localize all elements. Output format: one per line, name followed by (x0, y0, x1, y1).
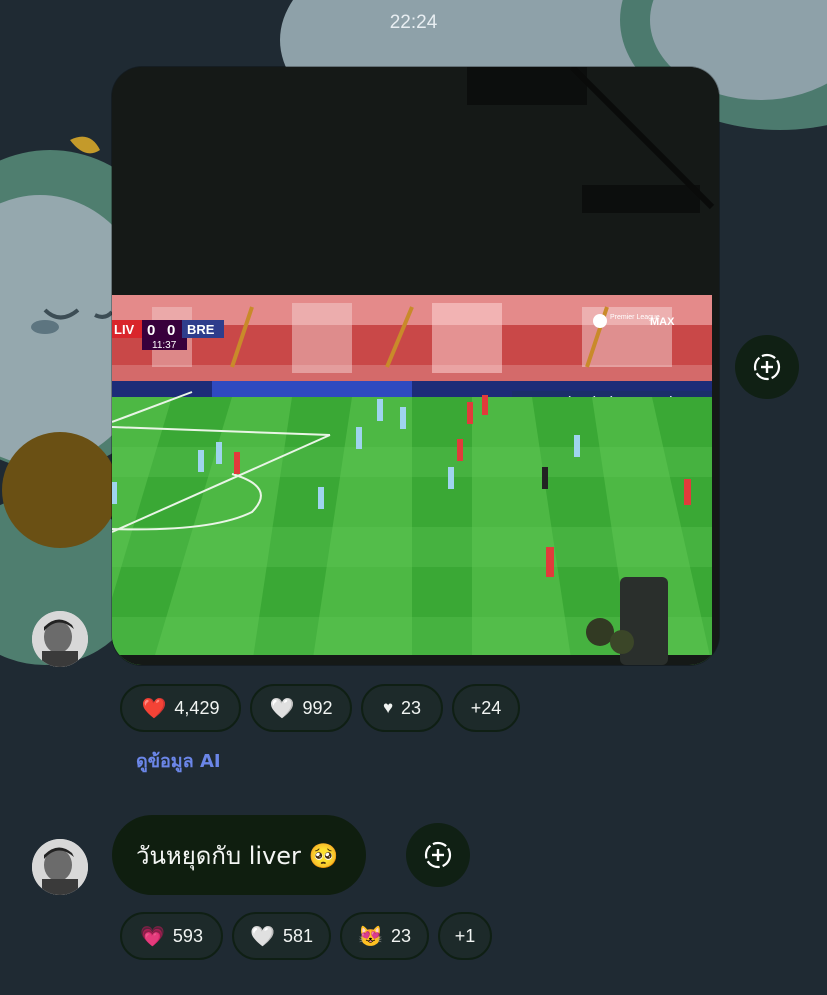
reaction-count: +1 (454, 925, 476, 946)
message-image[interactable]: standard chartered (112, 67, 719, 665)
reaction-count: 992 (302, 697, 333, 718)
avatar-photo (32, 839, 88, 895)
white-heart-icon: 🤍 (269, 697, 295, 720)
heart-eyes-cat-icon: 😻 (358, 925, 383, 948)
add-reaction-icon (424, 841, 452, 869)
reaction-count: 593 (172, 925, 203, 946)
reaction-white-heart[interactable]: 🤍 581 (232, 912, 331, 960)
add-reaction-button[interactable] (735, 335, 799, 399)
red-heart-icon: ❤️ (141, 697, 167, 720)
reaction-heart-suit[interactable]: ♥ 23 (361, 684, 443, 732)
reaction-more[interactable]: +1 (438, 912, 492, 960)
reaction-pink-heart[interactable]: 💗 593 (120, 912, 223, 960)
football-broadcast-photo: standard chartered (112, 67, 719, 665)
score-home: 0 (147, 322, 155, 339)
reaction-heart-eyes-cat[interactable]: 😻 23 (340, 912, 429, 960)
reaction-count: +24 (470, 697, 502, 718)
reaction-white-heart[interactable]: 🤍 992 (250, 684, 352, 732)
score-away: 0 (167, 322, 175, 339)
match-clock: 11:37 (152, 340, 177, 351)
reaction-more[interactable]: +24 (452, 684, 520, 732)
add-reaction-button[interactable] (406, 823, 470, 887)
reactions-row: 💗 593 🤍 581 😻 23 +1 (120, 912, 492, 960)
sender-avatar[interactable] (32, 611, 88, 667)
message-text: วันหยุดกับ liver 🥺 (136, 841, 339, 870)
reaction-count: 4,429 (174, 697, 220, 718)
reaction-count: 23 (401, 697, 422, 718)
white-heart-icon: 🤍 (250, 925, 275, 948)
reaction-red-heart[interactable]: ❤️ 4,429 (120, 684, 241, 732)
reaction-count: 581 (282, 925, 313, 946)
reaction-count: 23 (390, 925, 411, 946)
ai-info-link[interactable]: ดูข้อมูล AI (136, 746, 221, 775)
pink-heart-icon: 💗 (140, 925, 165, 948)
score-home-team: LIV (114, 322, 135, 337)
add-reaction-icon (753, 353, 781, 381)
message-text-bubble[interactable]: วันหยุดกับ liver 🥺 (112, 815, 367, 895)
score-away-team: BRE (187, 322, 215, 337)
svg-text:MAX: MAX (650, 316, 675, 328)
avatar-photo (32, 611, 88, 667)
status-time: 22:24 (389, 12, 438, 33)
sender-avatar[interactable] (32, 839, 88, 895)
reactions-row: ❤️ 4,429 🤍 992 ♥ 23 +24 (120, 684, 520, 732)
heart-suit-icon: ♥ (382, 698, 394, 717)
